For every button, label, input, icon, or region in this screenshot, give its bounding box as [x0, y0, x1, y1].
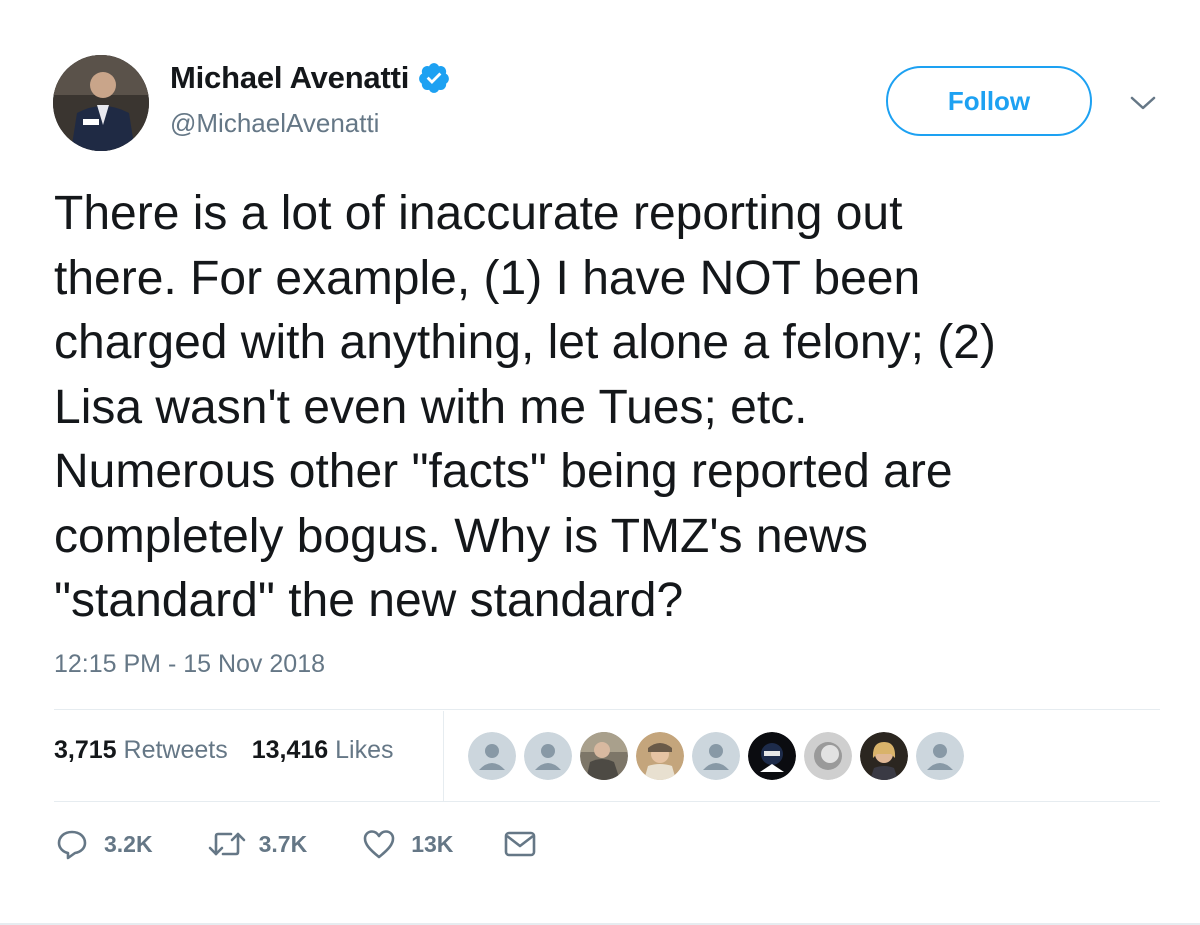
liker-avatar[interactable]	[636, 732, 684, 780]
liker-avatar[interactable]	[580, 732, 628, 780]
author-handle[interactable]: @MichaelAvenatti	[170, 108, 379, 139]
likes-stat[interactable]: 13,416 Likes	[252, 736, 394, 765]
heart-icon	[363, 830, 395, 859]
tweet-text-line: completely bogus. Why is TMZ's news	[54, 509, 868, 563]
reply-count: 3.2K	[104, 830, 153, 857]
liker-avatar[interactable]	[916, 732, 964, 780]
engagement-stats: 3,715 Retweets 13,416 Likes	[54, 736, 418, 765]
reply-icon	[57, 830, 87, 860]
author-name-row: Michael Avenatti	[170, 60, 451, 96]
tweet-text-line: Numerous other "facts" being reported ar…	[54, 445, 953, 498]
tweet-text-line: There is a lot of inaccurate reporting o…	[54, 187, 903, 240]
chevron-down-icon[interactable]	[1128, 92, 1158, 114]
likes-label: Likes	[335, 736, 394, 764]
liker-avatar[interactable]	[804, 732, 852, 780]
retweets-stat[interactable]: 3,715 Retweets	[54, 736, 228, 765]
retweet-button[interactable]: 3.7K	[207, 826, 308, 862]
verified-badge-icon	[419, 63, 449, 93]
liker-avatar[interactable]	[524, 732, 572, 780]
like-button[interactable]: 13K	[361, 826, 453, 862]
author-name[interactable]: Michael Avenatti	[170, 60, 409, 96]
tweet-text-line: Lisa wasn't even with me Tues; etc.	[54, 380, 808, 434]
retweets-label: Retweets	[123, 736, 228, 764]
liker-avatar[interactable]	[748, 732, 796, 780]
envelope-icon	[505, 831, 536, 857]
retweet-icon	[208, 832, 245, 856]
retweet-count: 3.7K	[258, 830, 308, 857]
action-bar: 3.2K 3.7K 13K	[54, 826, 537, 862]
stats-separator	[443, 711, 444, 801]
reply-button[interactable]: 3.2K	[54, 826, 153, 862]
likes-count: 13,416	[251, 736, 329, 764]
tweet-text-line: "standard" the new standard?	[54, 574, 684, 627]
tweet-text-line: charged with anything, let alone a felon…	[54, 316, 996, 369]
author-avatar[interactable]	[53, 55, 149, 151]
like-count: 13K	[411, 830, 454, 857]
liker-avatars	[468, 732, 972, 780]
liker-avatar[interactable]	[692, 732, 740, 780]
tweet-text: There is a lot of inaccurate reporting o…	[54, 182, 1174, 634]
divider	[54, 801, 1160, 802]
divider	[54, 709, 1160, 710]
liker-avatar[interactable]	[860, 732, 908, 780]
tweet-text-line: there. For example, (1) I have NOT been	[54, 251, 921, 305]
direct-message-button[interactable]	[503, 829, 537, 859]
tweet-timestamp[interactable]: 12:15 PM - 15 Nov 2018	[54, 650, 325, 679]
follow-button[interactable]: Follow	[886, 66, 1092, 136]
retweets-count: 3,715	[54, 736, 117, 764]
liker-avatar[interactable]	[468, 732, 516, 780]
